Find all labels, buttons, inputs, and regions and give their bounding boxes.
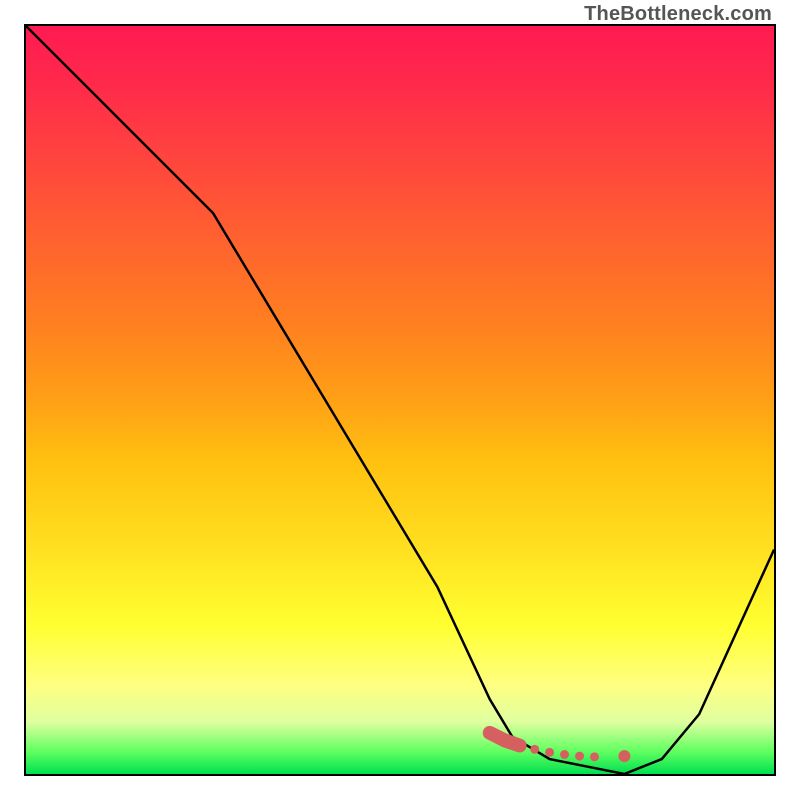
marker-dot xyxy=(530,745,539,754)
chart-line xyxy=(26,26,774,774)
plot-area xyxy=(24,24,776,776)
marker-segment xyxy=(490,733,520,746)
marker-dot xyxy=(560,750,569,759)
marker-dot xyxy=(545,748,554,757)
watermark-text: TheBottleneck.com xyxy=(584,3,772,26)
marker-dot xyxy=(575,752,584,761)
chart-svg xyxy=(26,26,774,774)
chart-markers xyxy=(490,733,631,762)
marker-dot xyxy=(590,752,599,761)
chart-container: TheBottleneck.com xyxy=(0,0,800,800)
marker-dot xyxy=(618,750,630,762)
